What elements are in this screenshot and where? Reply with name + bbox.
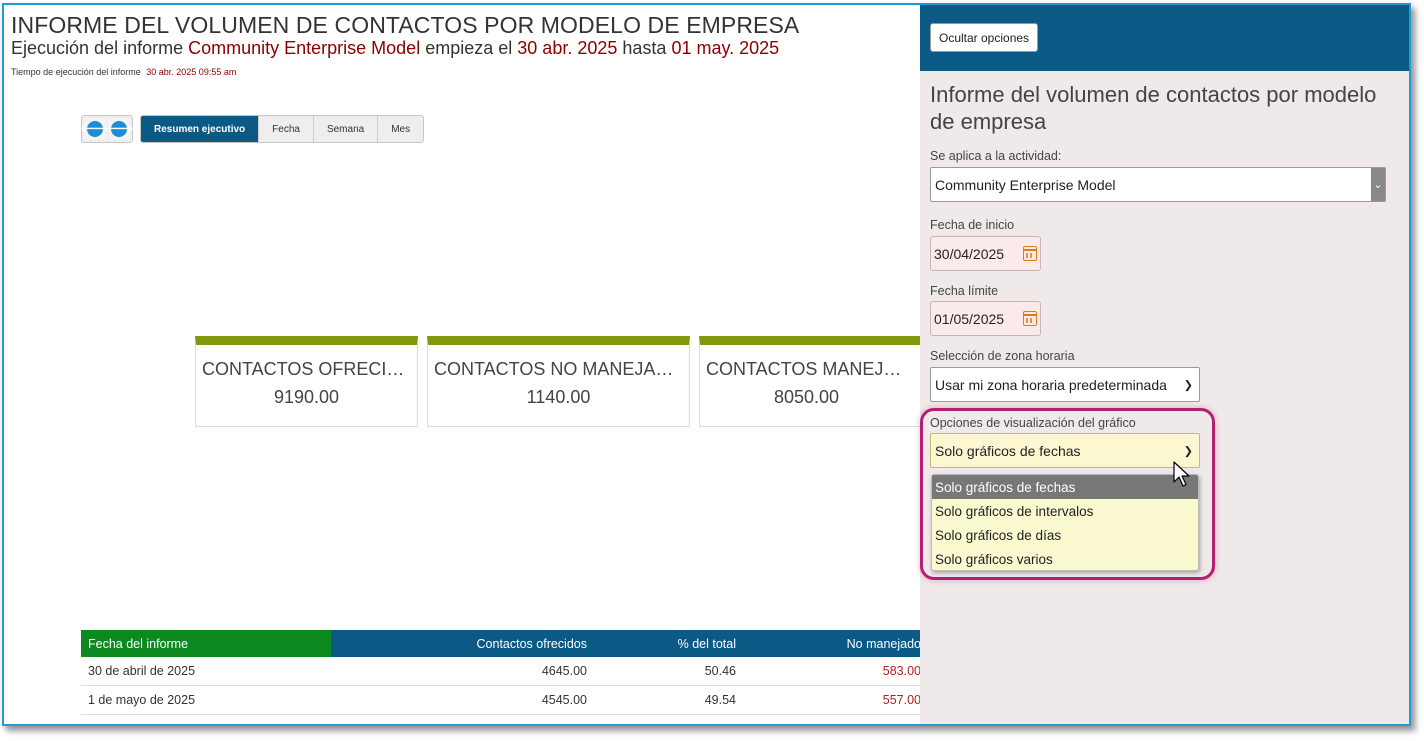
subtitle-mid: empieza el [425, 38, 513, 58]
view-tabs: Resumen ejecutivo Fecha Semana Mes [140, 115, 425, 143]
start-date-label: Fecha de inicio [930, 218, 1015, 232]
card-value: 1140.00 [526, 387, 591, 407]
chart-options-value: Solo gráficos de fechas [935, 442, 1081, 459]
run-time-label: Tiempo de ejecución del informe [11, 67, 141, 77]
start-date-value: 30/04/2025 [934, 245, 1005, 262]
table-row: 30 de abril de 2025 4645.00 50.46 583.00 [81, 657, 921, 686]
subtitle-model: Community Enterprise Model [188, 38, 421, 58]
end-date-input[interactable]: 01/05/2025 [930, 301, 1041, 336]
chevron-down-icon: ❯ [1183, 445, 1193, 457]
table-row: 1 de mayo de 2025 4545.00 49.54 557.00 [81, 686, 921, 715]
activity-label: Se aplica a la actividad: [930, 149, 1062, 163]
calendar-icon[interactable] [1023, 311, 1037, 326]
run-time: Tiempo de ejecución del informe 30 abr. … [11, 67, 236, 77]
card-title: CONTACTOS OFRECIDOS [202, 359, 417, 379]
chart-options-select[interactable]: Solo gráficos de fechas ❯ [930, 433, 1200, 468]
arrow-left-icon: 🡐 [80, 121, 110, 137]
table-cell: 30 de abril de 2025 [88, 664, 196, 678]
calendar-icon[interactable] [1023, 246, 1037, 261]
activity-select[interactable]: Community Enterprise Model ⌄ [930, 167, 1386, 202]
column-header[interactable]: Contactos ofrecidos [331, 630, 589, 657]
card-value: 8050.00 [773, 387, 840, 407]
column-header[interactable]: % del total [589, 630, 738, 657]
next-button[interactable]: 🡒 [104, 118, 134, 140]
chart-options-dropdown: Solo gráficos de fechas Solo gráficos de… [931, 474, 1199, 571]
dropdown-option[interactable]: Solo gráficos de fechas [932, 475, 1198, 499]
run-time-value: 30 abr. 2025 09:55 am [146, 67, 237, 77]
dropdown-option[interactable]: Solo gráficos de días [932, 523, 1198, 547]
card-title: CONTACTOS MANEJADOS [706, 359, 935, 379]
app-window: INFORME DEL VOLUMEN DE CONTACTOS POR MOD… [2, 3, 1411, 726]
prev-button[interactable]: 🡐 [80, 118, 110, 140]
tab-fecha[interactable]: Fecha [258, 116, 313, 142]
mouse-cursor-icon [1173, 461, 1190, 487]
timezone-value: Usar mi zona horaria predeterminada [935, 376, 1167, 393]
subtitle-start-date: 30 abr. 2025 [517, 38, 618, 58]
chart-options-label: Opciones de visualización del gráfico [930, 416, 1136, 430]
report-area: INFORME DEL VOLUMEN DE CONTACTOS POR MOD… [4, 5, 939, 724]
table-cell: 583.00 [882, 664, 921, 678]
timezone-label: Selección de zona horaria [930, 349, 1075, 363]
report-subtitle: Ejecución del informe Community Enterpri… [11, 38, 779, 59]
table-header: Fecha del informe Contactos ofrecidos % … [81, 630, 921, 657]
end-date-label: Fecha límite [930, 284, 999, 298]
table-cell: 4545.00 [541, 693, 587, 707]
report-title: INFORME DEL VOLUMEN DE CONTACTOS POR MOD… [11, 12, 800, 38]
subtitle-until: hasta [622, 38, 667, 58]
table-cell: 1 de mayo de 2025 [88, 693, 196, 707]
card-not-handled: CONTACTOS NO MANEJADOS 1140.00 [427, 336, 690, 427]
dropdown-option[interactable]: Solo gráficos varios [932, 547, 1198, 570]
options-panel: Ocultar opciones Informe del volumen de … [920, 5, 1409, 724]
card-title: CONTACTOS NO MANEJADOS [434, 359, 689, 379]
hide-options-button[interactable]: Ocultar opciones [930, 23, 1039, 52]
activity-value: Community Enterprise Model [935, 176, 1116, 193]
table-cell: 557.00 [882, 693, 921, 707]
options-panel-header: Ocultar opciones [920, 5, 1409, 71]
card-handled: CONTACTOS MANEJADOS 8050.00 [699, 336, 939, 427]
timezone-select[interactable]: Usar mi zona horaria predeterminada ❯ [930, 367, 1200, 402]
column-header[interactable]: No manejado [738, 630, 921, 657]
arrow-right-icon: 🡒 [104, 121, 134, 137]
subtitle-end-date: 01 may. 2025 [671, 38, 780, 58]
subtitle-prefix: Ejecución del informe [11, 38, 184, 58]
tab-resumen-ejecutivo[interactable]: Resumen ejecutivo [141, 116, 259, 142]
chevron-down-icon: ⌄ [1371, 168, 1385, 201]
nav-buttons: 🡐 🡒 [80, 115, 134, 143]
table-cell: 4645.00 [541, 664, 587, 678]
table-cell: 49.54 [704, 693, 736, 707]
dropdown-option[interactable]: Solo gráficos de intervalos [932, 499, 1198, 523]
chevron-down-icon: ❯ [1183, 379, 1193, 391]
tab-semana[interactable]: Semana [312, 116, 377, 142]
report-table: Fecha del informe Contactos ofrecidos % … [81, 630, 921, 715]
start-date-input[interactable]: 30/04/2025 [930, 236, 1041, 271]
options-title: Informe del volumen de contactos por mod… [930, 82, 1377, 134]
column-header[interactable]: Fecha del informe [81, 630, 331, 657]
tab-mes[interactable]: Mes [377, 116, 423, 142]
table-cell: 50.46 [704, 664, 736, 678]
end-date-value: 01/05/2025 [934, 310, 1005, 327]
card-offered: CONTACTOS OFRECIDOS 9190.00 [195, 336, 418, 427]
card-value: 9190.00 [273, 387, 340, 407]
